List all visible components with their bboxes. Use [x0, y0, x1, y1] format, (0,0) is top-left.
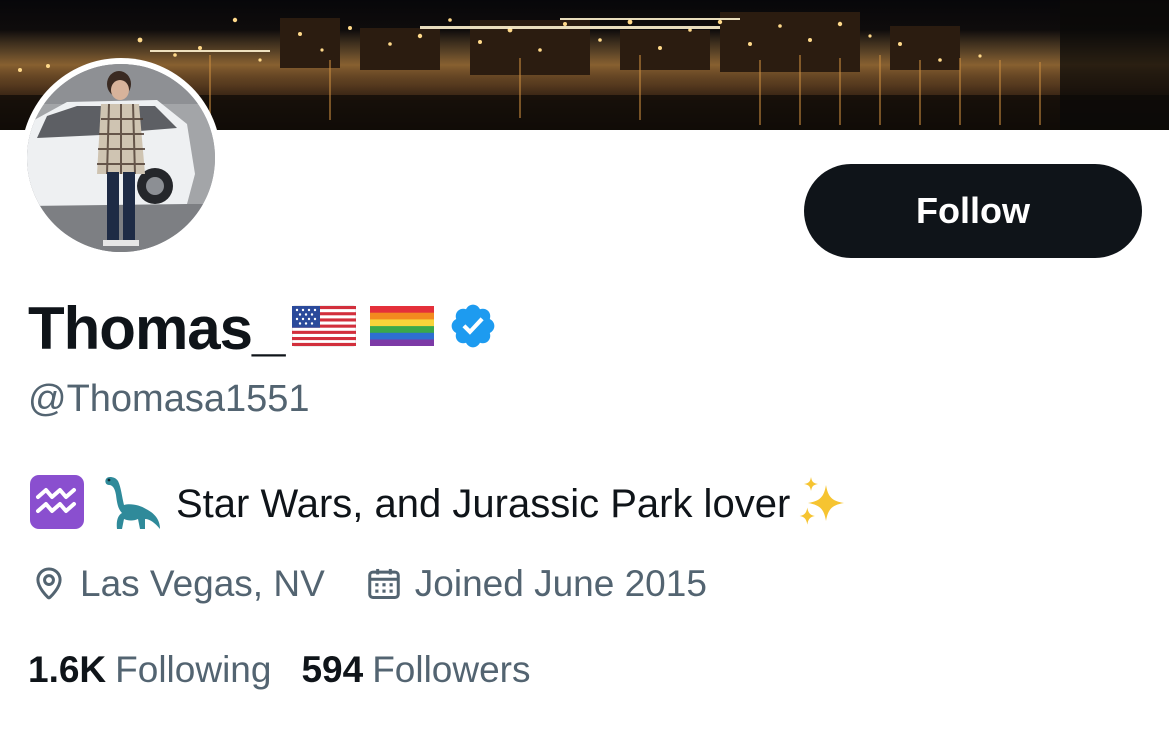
rainbow-flag-icon — [370, 304, 435, 353]
user-handle: @Thomasa1551 — [28, 378, 310, 420]
calendar-icon — [368, 568, 400, 599]
following-count: 1.6K — [28, 649, 107, 690]
followers-link[interactable]: 594 Followers — [301, 649, 530, 691]
sparkles-icon — [794, 473, 852, 536]
profile-page: Follow Thomas_ @Thomasa1551 Star Wars, a… — [0, 0, 1169, 740]
join-date: Joined June 2015 — [365, 563, 707, 605]
following-label: Following — [115, 649, 272, 690]
aquarius-icon — [28, 473, 86, 536]
follow-button[interactable]: Follow — [804, 164, 1142, 258]
us-flag-icon — [291, 304, 357, 353]
profile-meta: Las Vegas, NV Joined June 2015 — [30, 558, 707, 610]
follow-stats: 1.6K Following 594 Followers — [28, 644, 531, 696]
following-link[interactable]: 1.6K Following — [28, 649, 271, 691]
location: Las Vegas, NV — [30, 563, 325, 605]
display-name-row: Thomas_ — [28, 288, 498, 368]
verified-badge-icon[interactable] — [448, 301, 498, 356]
followers-label: Followers — [372, 649, 531, 690]
sauropod-icon — [100, 471, 162, 538]
avatar-photo — [27, 64, 215, 252]
join-date-text: Joined June 2015 — [414, 563, 707, 604]
location-text: Las Vegas, NV — [80, 563, 325, 604]
bio: Star Wars, and Jurassic Park lover — [28, 474, 852, 534]
location-pin-icon — [36, 567, 62, 600]
followers-count: 594 — [301, 649, 364, 690]
display-name: Thomas_ — [28, 294, 285, 362]
avatar[interactable] — [27, 64, 215, 252]
bio-text: Star Wars, and Jurassic Park lover — [176, 481, 791, 526]
